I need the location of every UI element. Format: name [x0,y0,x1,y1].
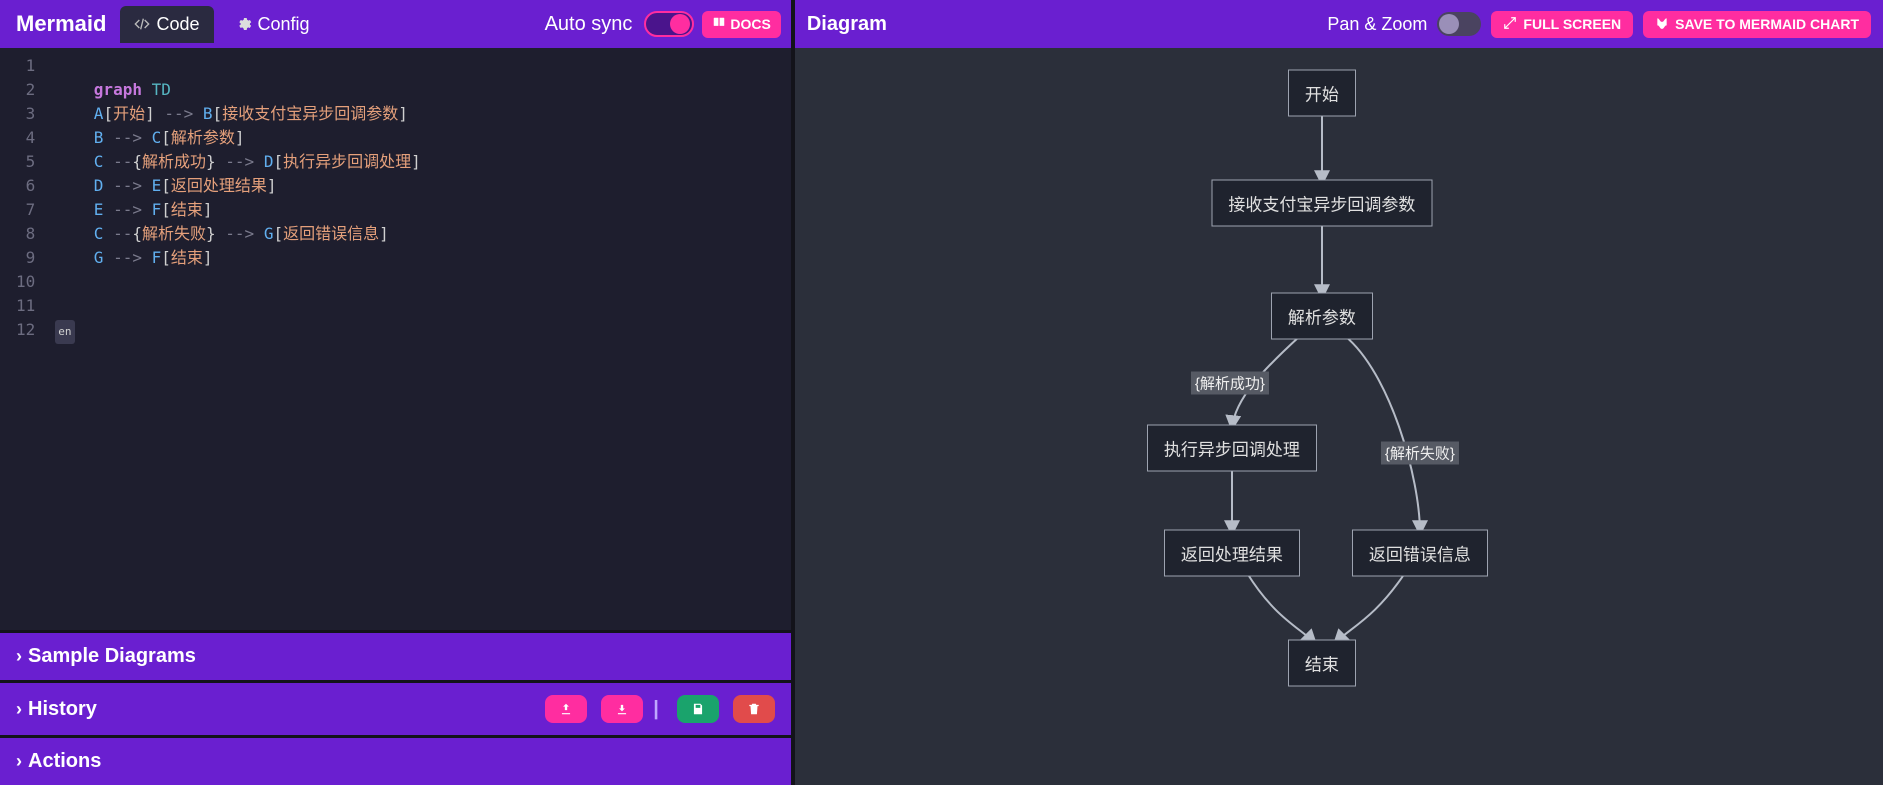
save-chart-button[interactable]: SAVE TO MERMAID CHART [1643,11,1871,38]
diagram-canvas[interactable]: 开始 接收支付宝异步回调参数 解析参数 执行异步回调处理 返回处理结果 返回错误… [795,48,1883,785]
node-A[interactable]: 开始 [1288,70,1356,117]
autosync-toggle[interactable] [644,11,694,37]
fullscreen-label: FULL SCREEN [1523,16,1621,32]
divider: | [653,698,659,721]
brand-title: Mermaid [10,11,112,37]
section-history-label: History [28,698,97,721]
section-actions[interactable]: › Actions [0,735,791,785]
book-icon [712,16,726,33]
autosync-label: Auto sync [545,13,633,36]
node-D[interactable]: 执行异步回调处理 [1147,425,1317,472]
section-sample-label: Sample Diagrams [28,645,196,668]
tab-code[interactable]: Code [120,6,213,43]
docs-label: DOCS [730,16,770,32]
line-gutter: 123456789101112 [0,48,45,630]
node-B[interactable]: 接收支付宝异步回调参数 [1211,180,1432,227]
panzoom-toggle[interactable] [1437,12,1481,36]
edge-label-CD: {解析成功} [1191,372,1269,395]
save-chart-label: SAVE TO MERMAID CHART [1675,16,1859,32]
section-history[interactable]: › History | [0,680,791,735]
download-button[interactable] [601,695,643,723]
edge-label-CG: {解析失败} [1381,442,1459,465]
save-button[interactable] [677,695,719,723]
node-G[interactable]: 返回错误信息 [1352,530,1488,577]
external-icon [1503,16,1517,33]
section-sample-diagrams[interactable]: › Sample Diagrams [0,630,791,680]
node-E[interactable]: 返回处理结果 [1164,530,1300,577]
docs-button[interactable]: DOCS [702,11,780,38]
delete-button[interactable] [733,695,775,723]
tab-config[interactable]: Config [222,6,324,43]
chevron-right-icon: › [16,646,22,667]
mermaid-icon [1655,16,1669,33]
chevron-right-icon: › [16,699,22,720]
fullscreen-button[interactable]: FULL SCREEN [1491,11,1633,38]
diagram-title: Diagram [807,13,887,36]
chevron-right-icon: › [16,751,22,772]
code-icon [134,16,150,32]
node-C[interactable]: 解析参数 [1271,293,1373,340]
code-editor[interactable]: 123456789101112 graph TD A[开始] --> B[接收支… [0,48,791,630]
tab-code-label: Code [156,14,199,35]
gear-icon [236,16,252,32]
panzoom-label: Pan & Zoom [1327,14,1427,35]
tab-config-label: Config [258,14,310,35]
node-F[interactable]: 结束 [1288,640,1356,687]
upload-button[interactable] [545,695,587,723]
section-actions-label: Actions [28,750,101,773]
code-content[interactable]: graph TD A[开始] --> B[接收支付宝异步回调参数] B --> … [45,48,420,630]
